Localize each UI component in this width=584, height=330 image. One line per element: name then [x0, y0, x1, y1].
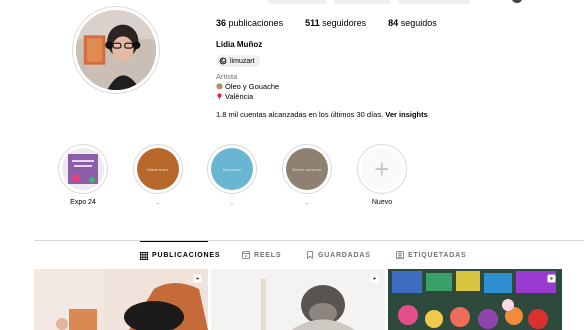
tab-etiquetadas[interactable]: ETIQUETADAS	[396, 241, 466, 269]
highlight-cover: Materiales	[137, 148, 179, 190]
highlight-cover	[62, 148, 104, 190]
plus-icon[interactable]: +	[361, 148, 403, 190]
grid-icon	[140, 251, 148, 260]
tab-label: PUBLICACIONES	[152, 252, 221, 259]
tab-guardadas[interactable]: GUARDADAS	[306, 241, 371, 269]
insights-summary: 1.8 mil cuentas alcanzadas en los último…	[216, 110, 428, 119]
archive-button[interactable]	[333, 0, 391, 4]
highlight-sobre-conocer[interactable]: Sobre conocer .	[281, 144, 333, 208]
avatar-image	[73, 7, 159, 93]
highlight-label: Nuevo	[371, 199, 393, 206]
insights-link[interactable]: Ver insights	[385, 110, 428, 119]
highlight-ring: Sobre conocer	[282, 144, 332, 194]
highlight-ring	[58, 144, 108, 194]
bio-text-2: València	[225, 92, 254, 101]
profile-category: Artista	[216, 72, 238, 81]
highlight-label: .	[157, 199, 159, 206]
threads-badge[interactable]: limuzart	[216, 55, 260, 67]
bio-line-2: València	[216, 92, 253, 101]
post-tile[interactable]	[34, 269, 208, 330]
tab-label: REELS	[254, 251, 282, 259]
highlight-ring: +	[357, 144, 407, 194]
profile-tabs: PUBLICACIONES REELS GUARDADAS ETIQUETADA…	[0, 241, 584, 269]
highlight-new[interactable]: + Nuevo	[356, 144, 408, 208]
tagged-icon	[396, 251, 404, 259]
reels-icon	[242, 251, 250, 259]
tab-reels[interactable]: REELS	[242, 241, 281, 269]
palette-icon	[216, 83, 223, 90]
posts-stat: 36 publicaciones	[216, 18, 283, 28]
following-count[interactable]: 84	[388, 18, 398, 28]
bio-text-1: Óleo y Gouache	[225, 82, 280, 91]
highlight-label: .	[306, 199, 308, 206]
highlight-label: Expo 24	[70, 199, 96, 206]
insights-text: 1.8 mil cuentas alcanzadas en los último…	[216, 110, 384, 119]
reel-icon	[193, 274, 202, 283]
profile-stats: 36 publicaciones 511 seguidores 84 segui…	[216, 18, 459, 28]
followers-stat[interactable]: 511 seguidores	[305, 18, 366, 28]
posts-label: publicaciones	[228, 18, 284, 28]
post-tile[interactable]	[211, 269, 385, 330]
posts-count: 36	[216, 18, 227, 28]
highlight-label: .	[231, 199, 233, 206]
highlight-expo-24[interactable]: Expo 24	[57, 144, 109, 208]
location-pin-icon	[216, 93, 223, 100]
threads-icon	[219, 57, 227, 65]
bookmark-icon	[306, 251, 314, 259]
highlight-ring: Materiales	[133, 144, 183, 194]
highlight-materiales[interactable]: Materiales .	[132, 144, 184, 208]
posts-grid	[34, 269, 564, 330]
ad-tools-button[interactable]	[398, 0, 470, 4]
full-name: Lidia Muñoz	[216, 40, 263, 49]
settings-gear-icon[interactable]	[512, 0, 522, 3]
tab-label: ETIQUETADAS	[408, 251, 467, 259]
bio-line-1: Óleo y Gouache	[216, 82, 279, 91]
highlight-secretos[interactable]: Secretos .	[206, 144, 258, 208]
edit-profile-button[interactable]	[267, 0, 327, 4]
reel-icon	[370, 274, 379, 283]
highlight-cover: Secretos	[211, 148, 253, 190]
following-label[interactable]: seguidos	[401, 18, 437, 28]
followers-label[interactable]: seguidores	[322, 18, 366, 28]
tab-label: GUARDADAS	[318, 251, 371, 259]
followers-count[interactable]: 511	[305, 18, 320, 28]
threads-handle[interactable]: limuzart	[230, 58, 255, 65]
highlight-cover: Sobre conocer	[286, 148, 328, 190]
tab-publicaciones[interactable]: PUBLICACIONES	[140, 241, 220, 269]
highlight-ring: Secretos	[207, 144, 257, 194]
following-stat[interactable]: 84 seguidos	[388, 18, 437, 28]
profile-avatar[interactable]	[72, 6, 160, 94]
post-tile[interactable]	[388, 269, 562, 330]
reel-icon	[547, 274, 556, 283]
